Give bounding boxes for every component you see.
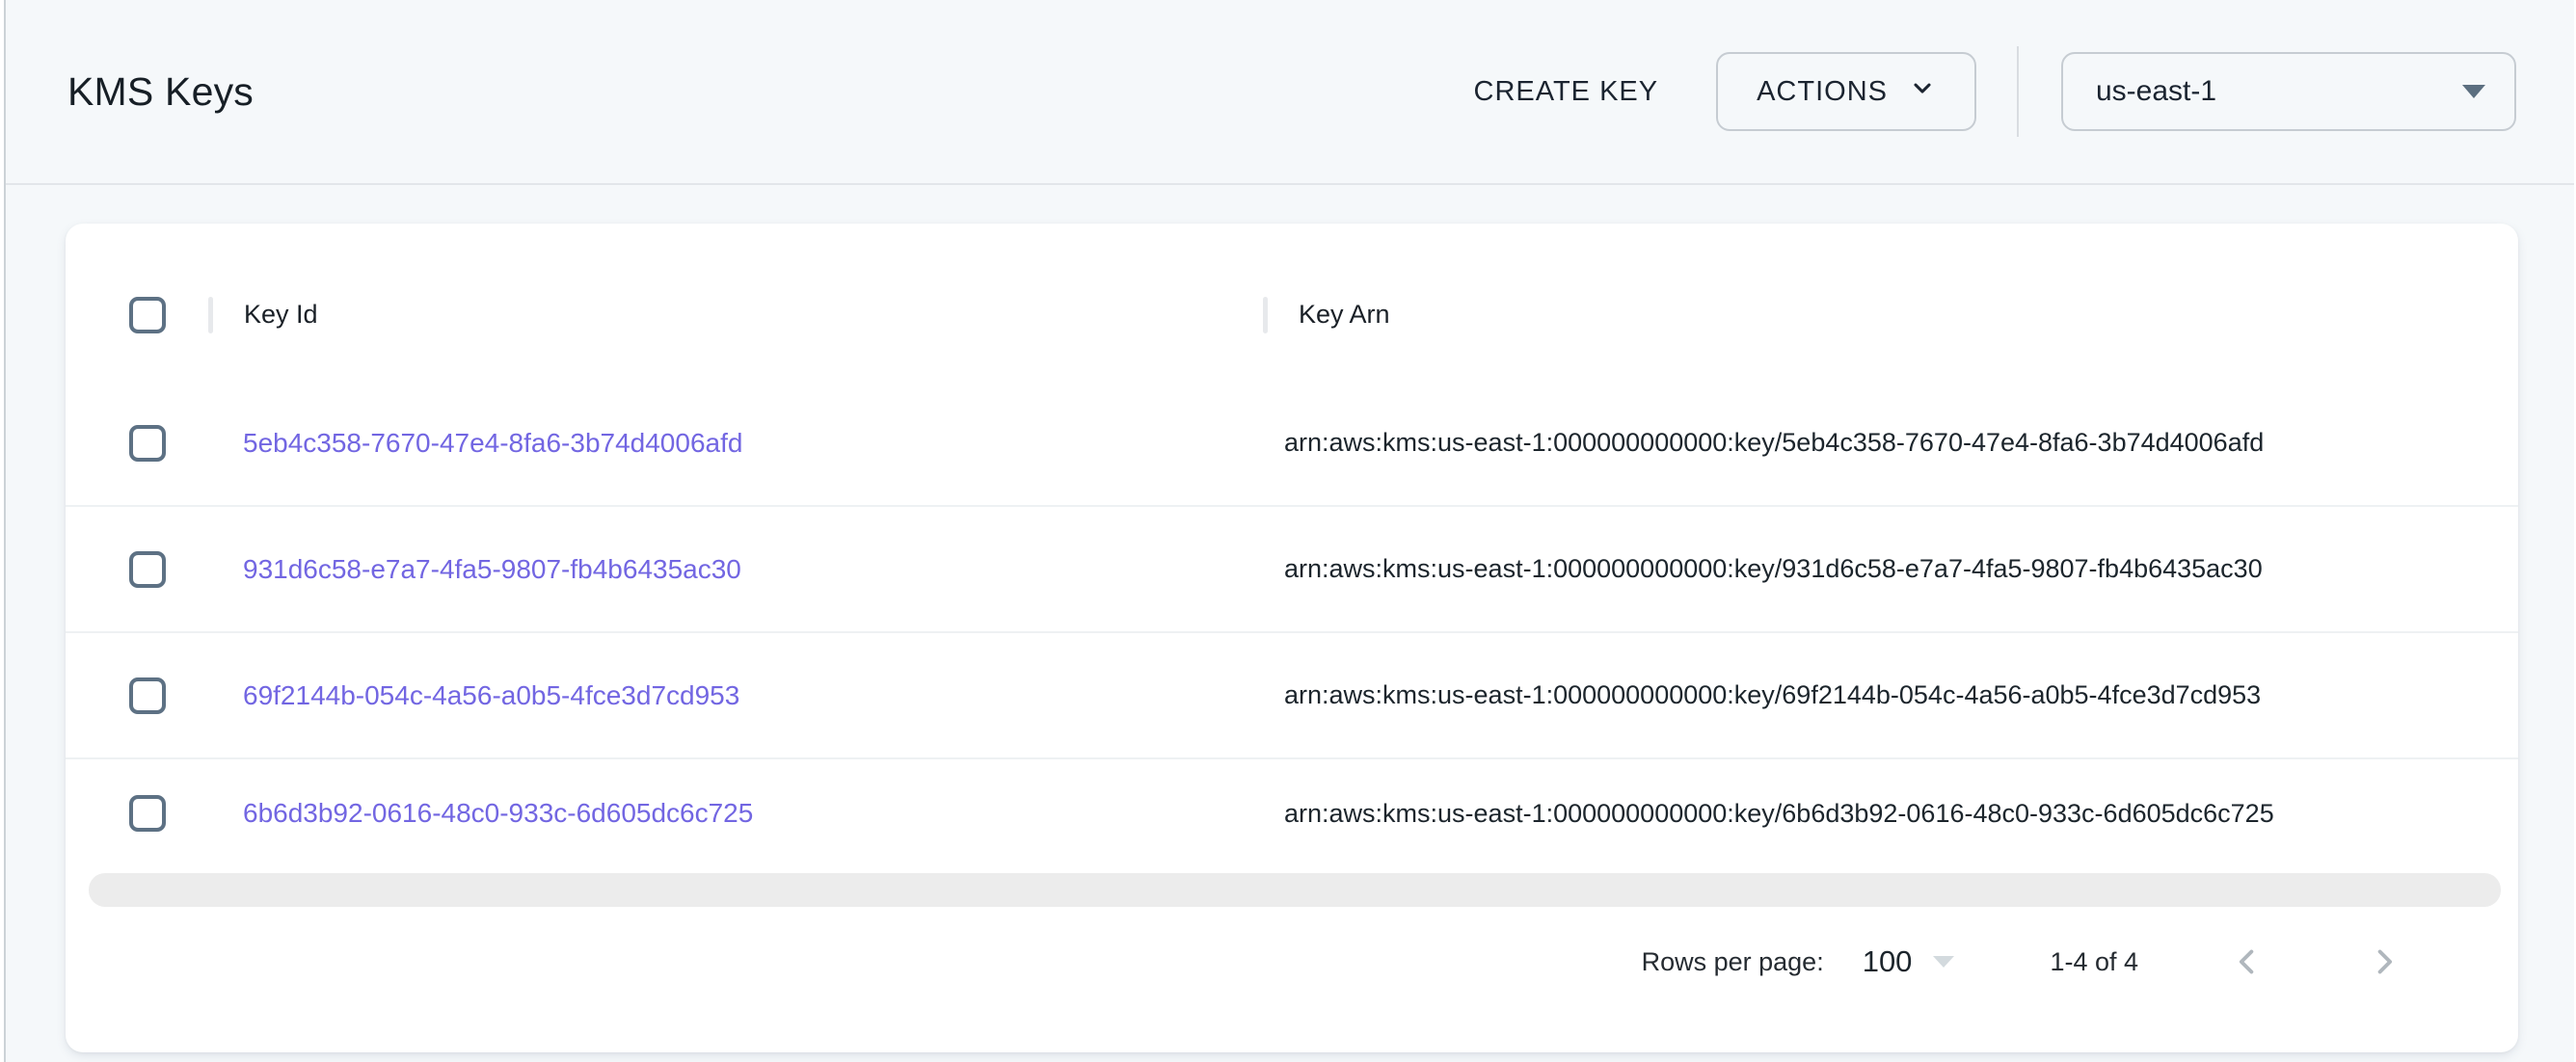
header-actions: CREATE KEY ACTIONS us-east-1 bbox=[1449, 46, 2516, 137]
region-select-value: us-east-1 bbox=[2096, 75, 2216, 108]
key-id-cell: 5eb4c358-7670-47e4-8fa6-3b74d4006afd bbox=[208, 428, 1263, 459]
key-arn-cell: arn:aws:kms:us-east-1:000000000000:key/6… bbox=[1263, 680, 2518, 710]
chevron-left-icon bbox=[2227, 942, 2267, 982]
column-resize-handle-icon[interactable] bbox=[208, 297, 213, 333]
page: KMS Keys CREATE KEY ACTIONS us-east-1 bbox=[4, 0, 2574, 1062]
kms-keys-table-card: Key Id Key Arn 5eb4c358-7670-47e4-8fa6-3… bbox=[66, 224, 2518, 1052]
table-row: 6b6d3b92-0616-48c0-933c-6d605dc6c725 arn… bbox=[66, 759, 2518, 867]
row-checkbox-cell bbox=[66, 551, 208, 588]
select-all-cell bbox=[66, 297, 208, 333]
table-header-row: Key Id Key Arn bbox=[66, 224, 2518, 381]
actions-button-label: ACTIONS bbox=[1757, 76, 1888, 108]
rows-per-page-value: 100 bbox=[1863, 944, 1913, 979]
key-id-link[interactable]: 69f2144b-054c-4a56-a0b5-4fce3d7cd953 bbox=[243, 680, 739, 710]
table-row: 931d6c58-e7a7-4fa5-9807-fb4b6435ac30 arn… bbox=[66, 507, 2518, 633]
row-checkbox-cell bbox=[66, 795, 208, 832]
previous-page-button[interactable] bbox=[2219, 934, 2275, 990]
row-checkbox-cell bbox=[66, 677, 208, 714]
row-checkbox-cell bbox=[66, 425, 208, 462]
rows-per-page-label: Rows per page: bbox=[1642, 947, 1824, 977]
key-id-link[interactable]: 6b6d3b92-0616-48c0-933c-6d605dc6c725 bbox=[243, 798, 753, 828]
column-resize-handle-icon[interactable] bbox=[1263, 297, 1268, 333]
table-row: 5eb4c358-7670-47e4-8fa6-3b74d4006afd arn… bbox=[66, 381, 2518, 507]
table-row: 69f2144b-054c-4a56-a0b5-4fce3d7cd953 arn… bbox=[66, 633, 2518, 759]
rows-per-page-arrow-icon bbox=[1933, 956, 1954, 968]
key-id-cell: 6b6d3b92-0616-48c0-933c-6d605dc6c725 bbox=[208, 798, 1263, 829]
select-all-checkbox[interactable] bbox=[129, 297, 166, 333]
column-header-key-id[interactable]: Key Id bbox=[208, 297, 1263, 333]
chevron-right-icon bbox=[2364, 942, 2404, 982]
key-id-cell: 931d6c58-e7a7-4fa5-9807-fb4b6435ac30 bbox=[208, 554, 1263, 585]
dropdown-arrow-icon bbox=[2462, 85, 2485, 98]
column-header-key-arn[interactable]: Key Arn bbox=[1263, 297, 2518, 333]
key-arn-cell: arn:aws:kms:us-east-1:000000000000:key/5… bbox=[1263, 428, 2518, 458]
region-select[interactable]: us-east-1 bbox=[2061, 52, 2516, 131]
key-id-cell: 69f2144b-054c-4a56-a0b5-4fce3d7cd953 bbox=[208, 680, 1263, 711]
create-key-button[interactable]: CREATE KEY bbox=[1449, 59, 1684, 125]
horizontal-scrollbar[interactable] bbox=[89, 873, 2501, 907]
key-id-link[interactable]: 931d6c58-e7a7-4fa5-9807-fb4b6435ac30 bbox=[243, 554, 741, 584]
next-page-button[interactable] bbox=[2356, 934, 2412, 990]
pagination: Rows per page: 100 1-4 of 4 bbox=[66, 934, 2518, 990]
actions-button[interactable]: ACTIONS bbox=[1716, 52, 1976, 131]
page-header: KMS Keys CREATE KEY ACTIONS us-east-1 bbox=[6, 0, 2574, 185]
pagination-range-label: 1-4 of 4 bbox=[2050, 947, 2138, 977]
row-checkbox[interactable] bbox=[129, 425, 166, 462]
header-divider bbox=[2017, 46, 2019, 137]
row-checkbox[interactable] bbox=[129, 551, 166, 588]
row-checkbox[interactable] bbox=[129, 795, 166, 832]
chevron-down-icon bbox=[1909, 74, 1936, 109]
rows-per-page-select[interactable]: 100 bbox=[1863, 944, 1955, 979]
key-id-link[interactable]: 5eb4c358-7670-47e4-8fa6-3b74d4006afd bbox=[243, 428, 742, 458]
page-title: KMS Keys bbox=[67, 69, 254, 115]
column-header-label: Key Arn bbox=[1299, 300, 1390, 330]
column-header-label: Key Id bbox=[244, 300, 318, 330]
key-arn-cell: arn:aws:kms:us-east-1:000000000000:key/6… bbox=[1263, 799, 2518, 829]
key-arn-cell: arn:aws:kms:us-east-1:000000000000:key/9… bbox=[1263, 554, 2518, 584]
row-checkbox[interactable] bbox=[129, 677, 166, 714]
